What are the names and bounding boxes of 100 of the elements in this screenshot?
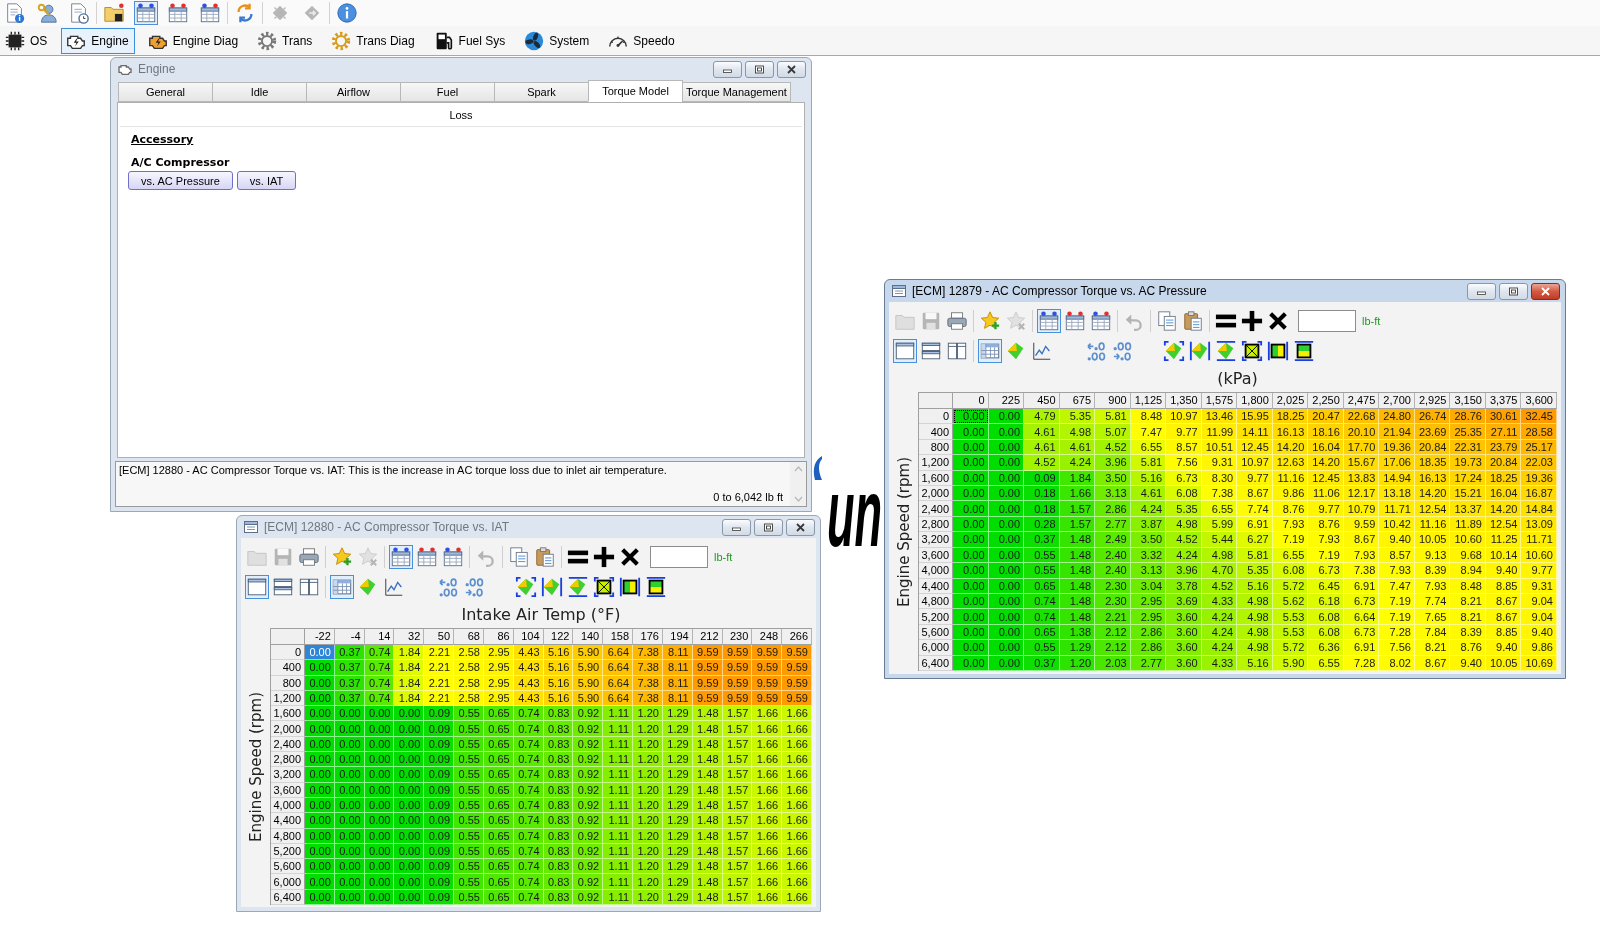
side-bracket-diamond-icon[interactable] <box>1188 339 1212 363</box>
table-cell[interactable]: 11.06 <box>1308 486 1344 502</box>
table-cell[interactable]: 0.55 <box>454 721 484 737</box>
table-cell[interactable]: 0.00 <box>305 752 335 768</box>
table-cell[interactable]: 7.38 <box>1201 486 1238 502</box>
table-cell[interactable]: 9.40 <box>1485 563 1522 579</box>
table-cell[interactable]: 1.66 <box>752 874 783 890</box>
table-cell[interactable]: 8.67 <box>1237 486 1273 502</box>
table-cell[interactable]: 32.45 <box>1521 409 1557 425</box>
table-cell[interactable]: 16.04 <box>1485 486 1522 502</box>
top-bracket-square-icon[interactable] <box>1292 339 1316 363</box>
table-cell[interactable]: 0.00 <box>305 859 335 875</box>
table-cell[interactable]: 5.72 <box>1272 640 1309 656</box>
table-cell[interactable]: 1.29 <box>662 859 693 875</box>
tab[interactable]: Airflow <box>306 82 401 102</box>
table-cell[interactable]: 1.57 <box>722 752 753 768</box>
table-cell[interactable]: 1.66 <box>752 813 783 829</box>
table-cell[interactable]: 18.16 <box>1308 424 1344 440</box>
table-icon[interactable] <box>389 545 413 569</box>
table-cell[interactable]: 9.59 <box>692 645 723 661</box>
table-cell[interactable]: 15.95 <box>1237 409 1273 425</box>
table-cell[interactable]: 0.74 <box>513 721 544 737</box>
table-cell[interactable]: 0.65 <box>483 752 514 768</box>
table-cell[interactable]: 0.00 <box>394 752 425 768</box>
table-icon[interactable] <box>1089 309 1113 333</box>
table-cell[interactable]: 1.20 <box>633 813 663 829</box>
table-cell[interactable]: 8.11 <box>662 645 693 661</box>
table-cell[interactable]: 0.65 <box>483 721 514 737</box>
table-cell[interactable]: 0.92 <box>573 813 604 829</box>
table-cell[interactable]: 3.96 <box>1166 563 1202 579</box>
table-cell[interactable]: 0.00 <box>988 563 1025 579</box>
table-cell[interactable]: 0.00 <box>364 813 395 829</box>
plus-icon[interactable] <box>592 545 616 569</box>
table-cell[interactable]: 1.66 <box>782 706 812 722</box>
module-tab[interactable]: Engine Diag <box>142 27 245 54</box>
table-cell[interactable]: 5.44 <box>1201 532 1238 548</box>
table-cell[interactable]: 15.21 <box>1450 486 1486 502</box>
table-cell[interactable]: 9.59 <box>692 660 723 676</box>
user-key-icon[interactable] <box>35 1 59 25</box>
table-cell[interactable]: 0.09 <box>424 859 455 875</box>
print-icon[interactable] <box>297 545 321 569</box>
table-cell[interactable]: 1.11 <box>603 859 634 875</box>
table-cell[interactable]: 1.66 <box>782 767 812 783</box>
table-cell[interactable]: 22.68 <box>1343 409 1380 425</box>
table-cell[interactable]: 9.59 <box>782 645 812 661</box>
table-cell[interactable]: 6.08 <box>1166 486 1202 502</box>
copy-icon[interactable] <box>507 545 531 569</box>
table-cell[interactable]: 8.76 <box>1450 640 1486 656</box>
table-cell[interactable]: 12.63 <box>1272 455 1309 471</box>
table-cell[interactable]: 9.59 <box>782 660 812 676</box>
table-cell[interactable]: 0.09 <box>424 752 455 768</box>
table-cell[interactable]: 5.35 <box>1166 501 1202 517</box>
table-cell[interactable]: 0.09 <box>424 813 455 829</box>
table-cell[interactable]: 0.00 <box>988 455 1025 471</box>
table-cell[interactable]: 1.11 <box>603 813 634 829</box>
table-cell[interactable]: 5.16 <box>543 660 574 676</box>
tab[interactable]: Spark <box>494 82 589 102</box>
table-icon[interactable] <box>415 545 439 569</box>
table-cell[interactable]: 1.48 <box>692 752 723 768</box>
table-cell[interactable]: 1.66 <box>752 706 783 722</box>
table-cell[interactable]: 7.47 <box>1130 424 1167 440</box>
table-cell[interactable]: 7.38 <box>1343 563 1380 579</box>
table-cell[interactable]: 0.00 <box>364 721 395 737</box>
table-cell[interactable]: 14.20 <box>1308 455 1344 471</box>
bracket-diamond-icon[interactable] <box>514 575 538 599</box>
module-tab[interactable]: System <box>519 27 596 54</box>
table-cell[interactable]: 8.76 <box>1272 501 1309 517</box>
table-cell[interactable]: 0.92 <box>573 752 604 768</box>
table-cell[interactable]: 8.21 <box>1450 609 1486 625</box>
table-cell[interactable]: 5.16 <box>543 645 574 661</box>
table-cell[interactable]: 1.48 <box>692 767 723 783</box>
tab[interactable]: Idle <box>212 82 307 102</box>
table-cell[interactable]: 1.57 <box>722 706 753 722</box>
table-cell[interactable]: 1.57 <box>722 767 753 783</box>
table-cell[interactable]: 9.04 <box>1521 609 1557 625</box>
table-cell[interactable]: 0.74 <box>513 706 544 722</box>
tab[interactable]: Fuel <box>400 82 495 102</box>
close-button[interactable] <box>786 518 815 536</box>
table-cell[interactable]: 0.09 <box>424 706 455 722</box>
table-cell[interactable]: 0.92 <box>573 721 604 737</box>
table-cell[interactable]: 0.00 <box>305 813 335 829</box>
table-cell[interactable]: 0.00 <box>394 767 425 783</box>
table-cell[interactable]: 2.12 <box>1095 640 1131 656</box>
value-input[interactable] <box>650 546 708 568</box>
table-cell[interactable]: 0.00 <box>364 859 395 875</box>
minimize-button[interactable] <box>1467 282 1496 300</box>
table-cell[interactable]: 0.00 <box>953 501 989 517</box>
table-cell[interactable]: 1.66 <box>752 859 783 875</box>
table-cell[interactable]: 3.13 <box>1130 563 1167 579</box>
table-cell[interactable]: 6.64 <box>1343 609 1380 625</box>
side-bracket-square-icon[interactable] <box>1266 339 1290 363</box>
table-cell[interactable]: 0.00 <box>394 859 425 875</box>
table-cell[interactable]: 4.43 <box>513 645 544 661</box>
table-cell[interactable]: 8.67 <box>1485 609 1522 625</box>
table-icon[interactable] <box>1037 309 1061 333</box>
table-cell[interactable]: 8.48 <box>1130 409 1167 425</box>
table-cell[interactable]: 0.18 <box>1024 486 1060 502</box>
table-cell[interactable]: 0.65 <box>483 813 514 829</box>
top-bracket-square-icon[interactable] <box>644 575 668 599</box>
table-cell[interactable]: 7.38 <box>633 645 663 661</box>
